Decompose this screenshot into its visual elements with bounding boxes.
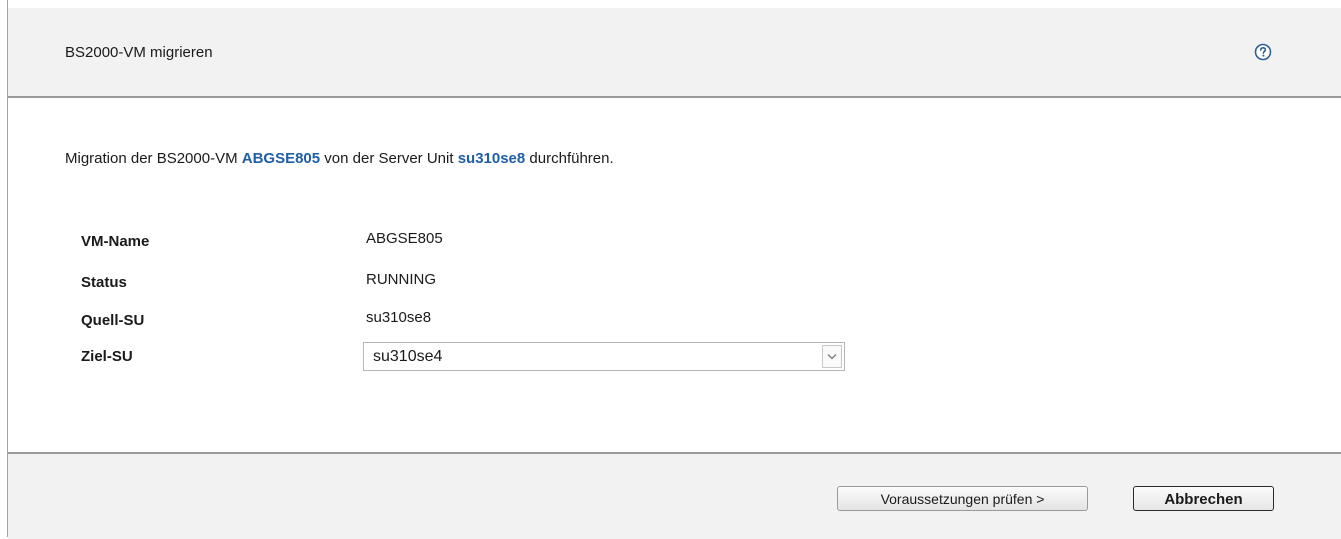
status-value: RUNNING [366,271,436,288]
check-prerequisites-button[interactable]: Voraussetzungen prüfen > [837,486,1088,511]
target-su-selected-value: su310se4 [373,348,443,365]
intro-suffix: durchführen. [525,150,614,167]
intro-vm-name: ABGSE805 [241,150,321,167]
vm-name-label: VM-Name [81,233,150,250]
source-su-label: Quell-SU [81,312,145,329]
top-strip [8,0,1341,8]
migrate-vm-dialog: BS2000-VM migrieren Migration der BS2000… [0,0,1341,539]
cancel-button[interactable]: Abbrechen [1133,486,1274,511]
intro-server-unit: su310se8 [457,150,526,167]
intro-prefix: Migration der BS2000-VM [65,150,242,167]
dialog-content: Migration der BS2000-VM ABGSE805 von der… [8,98,1341,452]
vm-name-value: ABGSE805 [366,230,443,247]
chevron-down-icon[interactable] [822,345,842,368]
source-su-value: su310se8 [366,309,432,326]
intro-text: Migration der BS2000-VM ABGSE805 von der… [65,150,614,167]
dialog-footer: Voraussetzungen prüfen > Abbrechen [8,452,1341,539]
status-label: Status [81,274,127,291]
dialog-header: BS2000-VM migrieren [8,8,1341,98]
intro-middle: von der Server Unit [320,150,458,167]
target-su-select[interactable]: su310se4 [363,342,845,371]
dialog-title: BS2000-VM migrieren [65,44,213,61]
target-su-label: Ziel-SU [81,348,133,365]
help-circle-icon[interactable] [1254,43,1272,61]
